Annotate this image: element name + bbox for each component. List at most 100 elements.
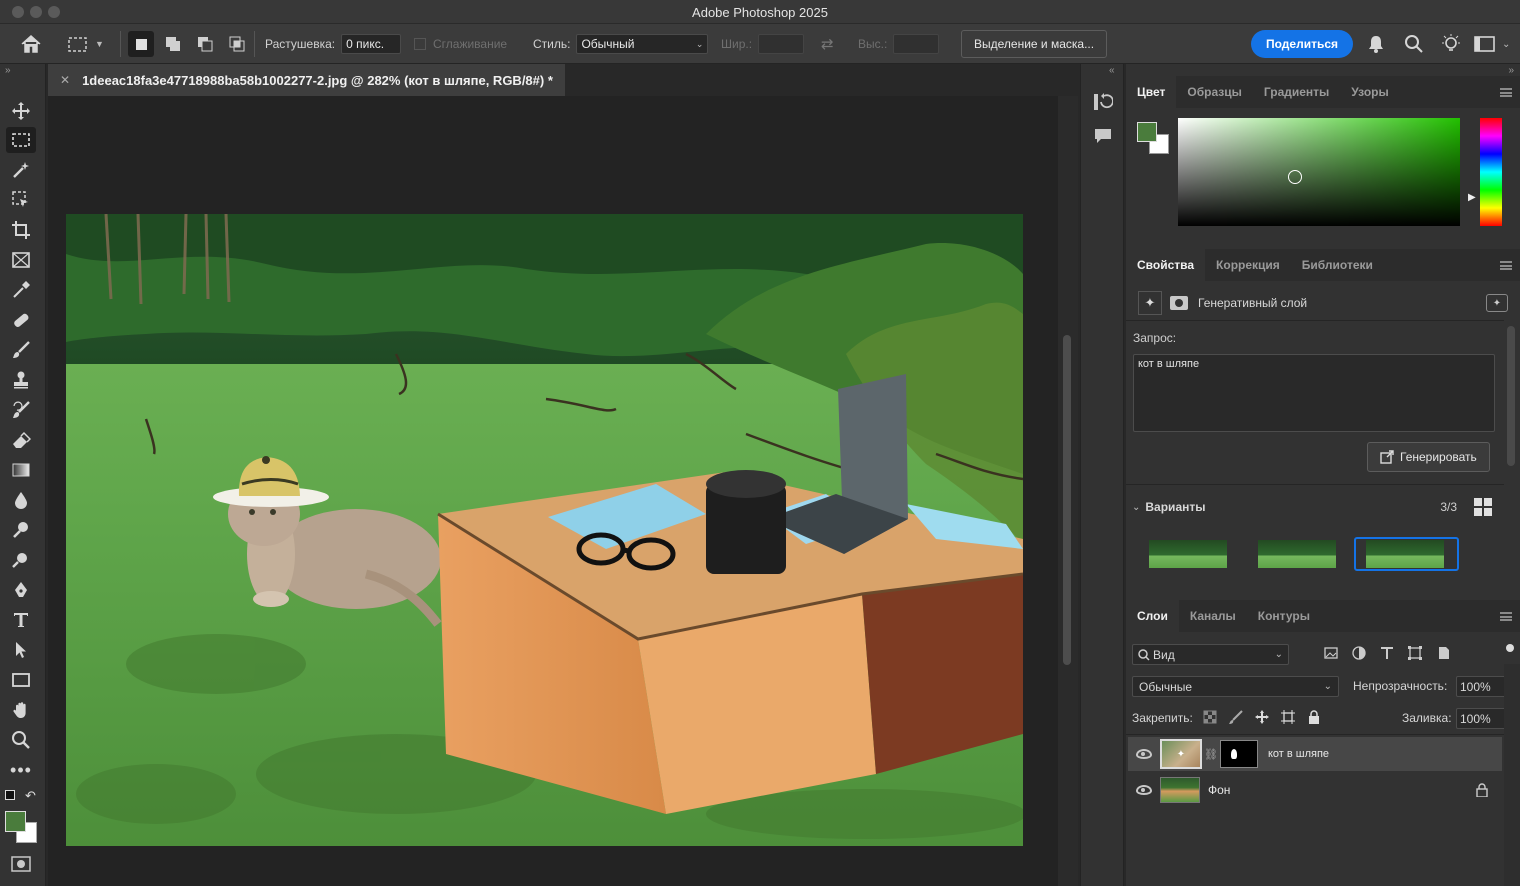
gradient-tool[interactable] <box>6 457 36 483</box>
hue-slider[interactable] <box>1480 118 1502 226</box>
zoom-lens-tool[interactable] <box>6 547 36 573</box>
document-canvas-image[interactable] <box>66 214 1023 846</box>
pen-tool[interactable] <box>6 577 36 603</box>
properties-scrollbar[interactable] <box>1507 326 1515 466</box>
layer-name[interactable]: кот в шляпе <box>1268 748 1329 760</box>
tab-paths[interactable]: Контуры <box>1247 600 1321 632</box>
generate-button[interactable]: Генерировать <box>1367 442 1490 472</box>
layer-row[interactable]: ✦ ⛓ кот в шляпе <box>1128 737 1502 771</box>
tab-swatches[interactable]: Образцы <box>1176 76 1253 108</box>
brush-tool[interactable] <box>6 337 36 363</box>
discover-button[interactable] <box>1440 24 1462 64</box>
antialias-checkbox[interactable] <box>414 38 426 50</box>
variant-thumbnail-3[interactable] <box>1354 537 1459 571</box>
link-icon[interactable]: ⛓ <box>1204 748 1218 761</box>
type-filter-icon[interactable] <box>1380 646 1394 660</box>
frame-tool[interactable] <box>6 247 36 273</box>
zoom-tool[interactable] <box>6 727 36 753</box>
search-button[interactable] <box>1404 24 1424 64</box>
rectangle-tool[interactable] <box>6 667 36 693</box>
layer-row[interactable]: Фон <box>1128 773 1502 807</box>
blur-tool[interactable] <box>6 487 36 513</box>
lock-pixels-icon[interactable] <box>1229 710 1243 724</box>
adjustment-filter-icon[interactable] <box>1352 646 1366 660</box>
foreground-color-chip[interactable] <box>1137 122 1157 142</box>
layer-name[interactable]: Фон <box>1208 783 1230 797</box>
history-panel-button[interactable] <box>1093 92 1114 115</box>
filter-toggle[interactable] <box>1506 644 1514 652</box>
rect-marquee-tool[interactable] <box>6 127 36 153</box>
lock-transparency-icon[interactable] <box>1203 710 1217 724</box>
lock-position-icon[interactable] <box>1255 710 1269 724</box>
subtract-selection-button[interactable] <box>192 31 218 57</box>
crop-tool[interactable] <box>6 217 36 243</box>
path-selection-tool[interactable] <box>6 637 36 663</box>
color-picker-cursor[interactable] <box>1288 170 1302 184</box>
pixel-filter-icon[interactable] <box>1324 646 1338 660</box>
eraser-tool[interactable] <box>6 427 36 453</box>
close-icon[interactable]: ✕ <box>60 73 70 87</box>
document-tab[interactable]: ✕ 1deeac18fa3e47718988ba58b1002277-2.jpg… <box>48 64 565 96</box>
object-finder-tool[interactable] <box>6 187 36 213</box>
quick-mask-button[interactable] <box>6 851 36 877</box>
style-select[interactable]: Обычный ⌄ <box>576 34 709 54</box>
variants-header[interactable]: ⌄ Варианты 3/3 <box>1132 498 1492 516</box>
layer-visibility-toggle[interactable] <box>1128 749 1160 759</box>
dodge-tool[interactable] <box>6 517 36 543</box>
lock-all-icon[interactable] <box>1307 710 1321 724</box>
home-button[interactable] <box>20 24 42 64</box>
shape-filter-icon[interactable] <box>1408 646 1422 660</box>
layer-visibility-toggle[interactable] <box>1128 785 1160 795</box>
properties-panel-menu-icon[interactable] <box>1500 261 1512 270</box>
layer-thumbnail[interactable] <box>1160 777 1200 803</box>
variant-thumbnail-2[interactable] <box>1258 540 1336 568</box>
collapse-panels-icon[interactable]: « <box>1109 65 1115 76</box>
tab-adjustments[interactable]: Коррекция <box>1205 249 1291 281</box>
foreground-color-swatch[interactable] <box>5 811 26 832</box>
swap-dimensions-icon[interactable]: ⇄ <box>821 35 834 53</box>
hue-slider-marker[interactable]: ▶ <box>1468 192 1476 203</box>
share-button[interactable]: Поделиться <box>1251 30 1354 58</box>
color-field[interactable] <box>1178 118 1460 226</box>
layer-filter-select[interactable]: Вид ⌄ <box>1132 644 1289 665</box>
width-input[interactable] <box>758 34 805 54</box>
move-tool[interactable] <box>6 98 36 124</box>
generative-options-icon[interactable]: ✦ <box>1486 294 1508 312</box>
layer-thumbnail[interactable]: ✦ <box>1160 739 1202 769</box>
color-panel-menu-icon[interactable] <box>1500 88 1512 97</box>
edit-toolbar-button[interactable]: ••• <box>6 757 36 783</box>
feather-input[interactable]: 0 пикс. <box>341 34 402 54</box>
add-selection-button[interactable] <box>160 31 186 57</box>
lock-artboard-icon[interactable] <box>1281 710 1295 724</box>
workspace-switcher[interactable]: ⌄ <box>1474 24 1510 64</box>
layer-mask-thumbnail[interactable] <box>1219 740 1258 768</box>
hand-tool[interactable] <box>6 697 36 723</box>
clone-stamp-tool[interactable] <box>6 367 36 393</box>
tab-channels[interactable]: Каналы <box>1179 600 1247 632</box>
blend-mode-select[interactable]: Обычные ⌄ <box>1132 676 1339 697</box>
grid-view-icon[interactable] <box>1474 498 1492 516</box>
eyedropper-tool[interactable] <box>6 277 36 303</box>
layers-scrollbar[interactable] <box>1504 664 1520 886</box>
variant-thumbnail-1[interactable] <box>1149 540 1227 568</box>
tab-gradients[interactable]: Градиенты <box>1253 76 1340 108</box>
object-selection-tool[interactable] <box>6 157 36 183</box>
type-tool[interactable] <box>6 607 36 633</box>
default-colors-icon[interactable] <box>5 790 15 800</box>
scrollbar-thumb[interactable] <box>1063 335 1071 665</box>
collapse-right-panels-icon[interactable]: » <box>1508 65 1514 76</box>
tab-properties[interactable]: Свойства <box>1126 249 1206 281</box>
notifications-button[interactable] <box>1366 24 1386 64</box>
healing-brush-tool[interactable] <box>6 307 36 333</box>
comments-panel-button[interactable] <box>1093 126 1113 149</box>
tab-color[interactable]: Цвет <box>1126 76 1177 108</box>
collapse-toolbar-icon[interactable]: » <box>5 65 11 76</box>
height-input[interactable] <box>893 34 940 54</box>
swap-colors-icon[interactable]: ↶ <box>25 788 36 804</box>
history-brush-tool[interactable] <box>6 397 36 423</box>
smart-object-filter-icon[interactable] <box>1436 646 1450 660</box>
tab-libraries[interactable]: Библиотеки <box>1291 249 1384 281</box>
tab-patterns[interactable]: Узоры <box>1340 76 1399 108</box>
tab-layers[interactable]: Слои <box>1126 600 1179 632</box>
layers-panel-menu-icon[interactable] <box>1500 612 1512 621</box>
